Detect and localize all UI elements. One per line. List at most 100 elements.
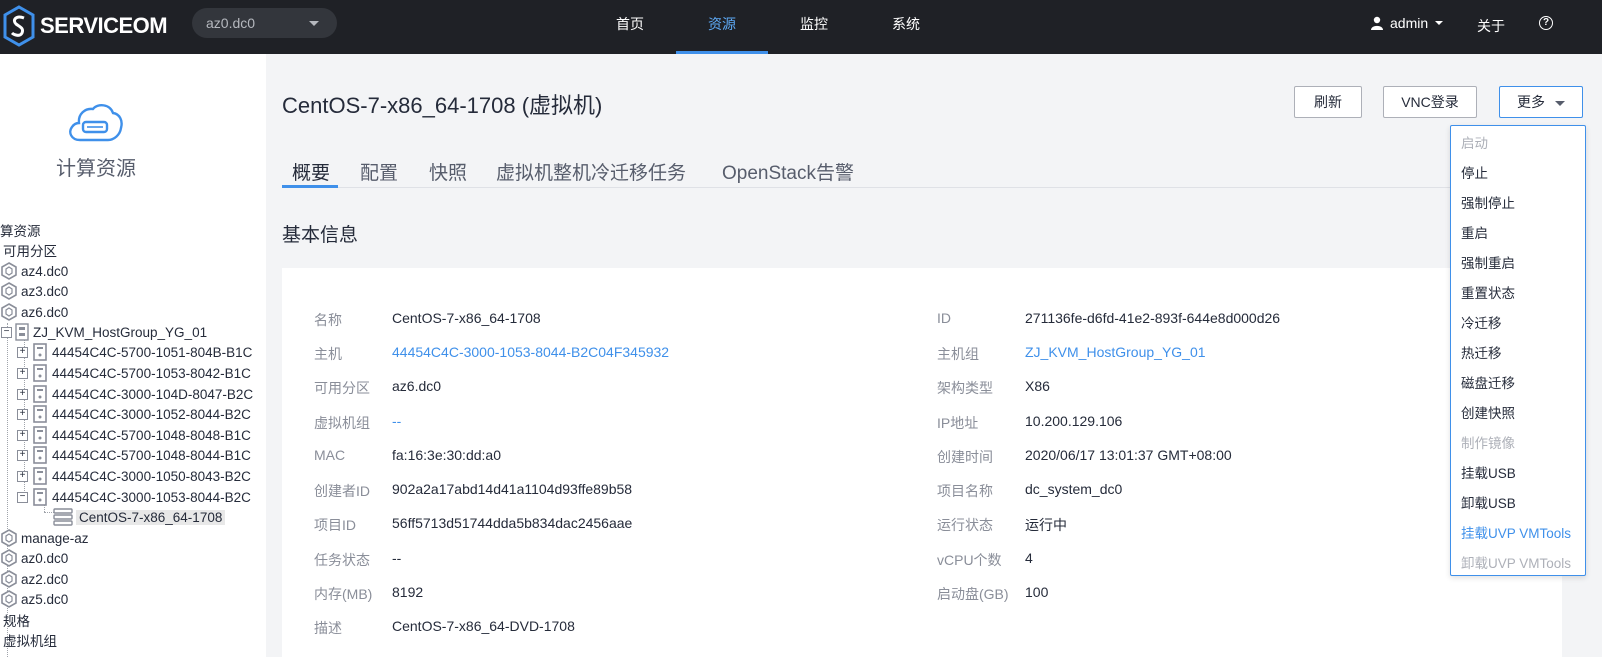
menu-item-mount-usb[interactable]: 挂载USB — [1461, 462, 1516, 482]
region-value: az0.dc0 — [206, 15, 256, 31]
menu-item-force-stop[interactable]: 强制停止 — [1461, 192, 1515, 212]
about-link[interactable]: 关于 — [1477, 16, 1505, 36]
tree-node-host[interactable]: + 44454C4C-5700-1051-804B-B1C — [17, 342, 252, 362]
tab-overview[interactable]: 概要 — [292, 158, 330, 185]
vnc-login-button[interactable]: VNC登录 — [1383, 86, 1477, 118]
tree-node-host[interactable]: + 44454C4C-5700-1048-8048-B1C — [17, 425, 251, 445]
cloud-icon — [66, 100, 124, 151]
tree-node-flavors[interactable]: 规格 — [0, 610, 30, 630]
more-actions-menu: 启动 停止 强制停止 重启 强制重启 重置状态 冷迁移 热迁移 磁盘迁移 创建快… — [1450, 125, 1586, 576]
detail-tabs: 概要 配置 快照 虚拟机整机冷迁移任务 OpenStack告警 — [282, 154, 1562, 188]
resource-tree-panel: 计算资源 算资源 可用分区 az4.dc0 az3.dc0 az6.dc0 − … — [0, 54, 266, 657]
nav-system[interactable]: 系统 — [860, 0, 952, 54]
page-title: CentOS-7-x86_64-1708 (虚拟机) — [282, 93, 603, 118]
host-icon — [33, 467, 47, 485]
tab-openstack-alarms[interactable]: OpenStack告警 — [722, 158, 854, 185]
user-icon — [1371, 16, 1383, 30]
tree-node-host[interactable]: + 44454C4C-3000-104D-8047-B2C — [17, 384, 253, 404]
expand-icon[interactable]: + — [17, 470, 28, 482]
tree-node-compute-resources[interactable]: 算资源 — [0, 220, 41, 240]
serviceom-logo[interactable]: SERVICEOM — [2, 4, 168, 48]
tab-snapshots[interactable]: 快照 — [429, 158, 467, 185]
expand-icon[interactable]: + — [17, 346, 28, 358]
tree-node-az4[interactable]: az4.dc0 — [0, 261, 68, 281]
refresh-button[interactable]: 刷新 — [1294, 86, 1362, 118]
menu-item-create-image: 制作镜像 — [1461, 436, 1515, 451]
expand-icon[interactable]: + — [17, 388, 28, 400]
zone-icon — [1, 303, 17, 321]
host-link[interactable]: 44454C4C-3000-1053-8044-B2C04F345932 — [392, 344, 669, 360]
tree-node-vm-selected[interactable]: CentOS-7-x86_64-1708 — [53, 507, 226, 527]
logo-text: SERVICEOM — [40, 13, 168, 38]
tree-node-hostgroup[interactable]: − ZJ_KVM_HostGroup_YG_01 — [1, 322, 207, 342]
menu-item-cold-migrate[interactable]: 冷迁移 — [1461, 312, 1502, 332]
chevron-down-icon — [1555, 100, 1565, 106]
hostgroup-icon — [15, 323, 29, 341]
main-content: CentOS-7-x86_64-1708 (虚拟机) 刷新 VNC登录 更多 概… — [266, 54, 1602, 657]
menu-item-reset-state[interactable]: 重置状态 — [1461, 282, 1515, 302]
collapse-icon[interactable]: − — [1, 326, 12, 338]
menu-item-live-migrate[interactable]: 热迁移 — [1461, 342, 1502, 362]
menu-item-disk-migrate[interactable]: 磁盘迁移 — [1461, 372, 1515, 392]
region-select[interactable]: az0.dc0 — [192, 8, 337, 38]
chevron-down-icon — [309, 21, 319, 26]
menu-item-unmount-vmtools: 卸载UVP VMTools — [1461, 556, 1572, 571]
tree-node-vm-groups[interactable]: 虚拟机组 — [0, 630, 57, 650]
expand-icon[interactable]: + — [17, 367, 28, 379]
nav-resources[interactable]: 资源 — [676, 0, 768, 54]
menu-item-reboot[interactable]: 重启 — [1461, 222, 1488, 242]
tab-config[interactable]: 配置 — [360, 158, 398, 185]
zone-icon — [1, 590, 17, 608]
help-icon[interactable]: ? — [1539, 16, 1553, 30]
zone-icon — [1, 549, 17, 567]
tree-node-manage-az[interactable]: manage-az — [0, 528, 89, 548]
tree-node-az6[interactable]: az6.dc0 — [0, 302, 68, 322]
expand-icon[interactable]: + — [17, 408, 28, 420]
host-icon — [33, 426, 47, 444]
tab-cold-migration-tasks[interactable]: 虚拟机整机冷迁移任务 — [496, 158, 686, 185]
hostgroup-link[interactable]: ZJ_KVM_HostGroup_YG_01 — [1025, 344, 1206, 360]
host-icon — [33, 385, 47, 403]
zone-icon — [1, 570, 17, 588]
tree-node-availability-zones[interactable]: 可用分区 — [0, 240, 57, 260]
tree-node-host[interactable]: + 44454C4C-3000-1050-8043-B2C — [17, 466, 251, 486]
tree-node-az2[interactable]: az2.dc0 — [0, 569, 68, 589]
tree-node-host[interactable]: + 44454C4C-3000-1052-8044-B2C — [17, 404, 251, 424]
host-icon — [33, 488, 47, 506]
host-icon — [33, 364, 47, 382]
zone-icon — [1, 529, 17, 547]
section-title: 基本信息 — [282, 225, 359, 246]
expand-icon[interactable]: + — [17, 429, 28, 441]
menu-item-create-snapshot[interactable]: 创建快照 — [1461, 402, 1515, 422]
tree-node-host[interactable]: + 44454C4C-5700-1048-8044-B1C — [17, 445, 251, 465]
zone-icon — [1, 282, 17, 300]
menu-item-stop[interactable]: 停止 — [1461, 162, 1488, 182]
user-menu[interactable]: admin — [1371, 15, 1444, 31]
tree-node-host[interactable]: − 44454C4C-3000-1053-8044-B2C — [17, 487, 251, 507]
user-name: admin — [1390, 15, 1429, 31]
host-icon — [33, 446, 47, 464]
collapse-icon[interactable]: − — [17, 491, 28, 503]
expand-icon[interactable]: + — [17, 449, 28, 461]
top-navigation-bar: SERVICEOM az0.dc0 首页 资源 监控 系统 admin 关于 ? — [0, 0, 1602, 54]
menu-item-unmount-usb[interactable]: 卸载USB — [1461, 492, 1516, 512]
tree-node-az3[interactable]: az3.dc0 — [0, 281, 68, 301]
menu-item-mount-vmtools[interactable]: 挂载UVP VMTools — [1461, 522, 1571, 542]
chevron-down-icon — [1435, 21, 1444, 25]
active-tab-indicator — [282, 185, 338, 188]
basic-info-card: 名称 CentOS-7-x86_64-1708 主机 44454C4C-3000-1… — [282, 268, 1562, 657]
nav-monitor[interactable]: 监控 — [768, 0, 860, 54]
panel-title: 计算资源 — [56, 158, 136, 180]
tree-node-host[interactable]: + 44454C4C-5700-1053-8042-B1C — [17, 363, 251, 383]
menu-item-start: 启动 — [1461, 136, 1488, 151]
more-button-label: 更多 — [1517, 94, 1545, 110]
vm-icon — [53, 508, 73, 526]
tree-node-az0[interactable]: az0.dc0 — [0, 548, 68, 568]
more-button[interactable]: 更多 — [1499, 86, 1583, 118]
host-icon — [33, 405, 47, 423]
host-icon — [33, 343, 47, 361]
vm-group-link[interactable]: -- — [392, 413, 401, 429]
nav-home[interactable]: 首页 — [584, 0, 676, 54]
menu-item-force-reboot[interactable]: 强制重启 — [1461, 252, 1515, 272]
tree-node-az5[interactable]: az5.dc0 — [0, 589, 68, 609]
